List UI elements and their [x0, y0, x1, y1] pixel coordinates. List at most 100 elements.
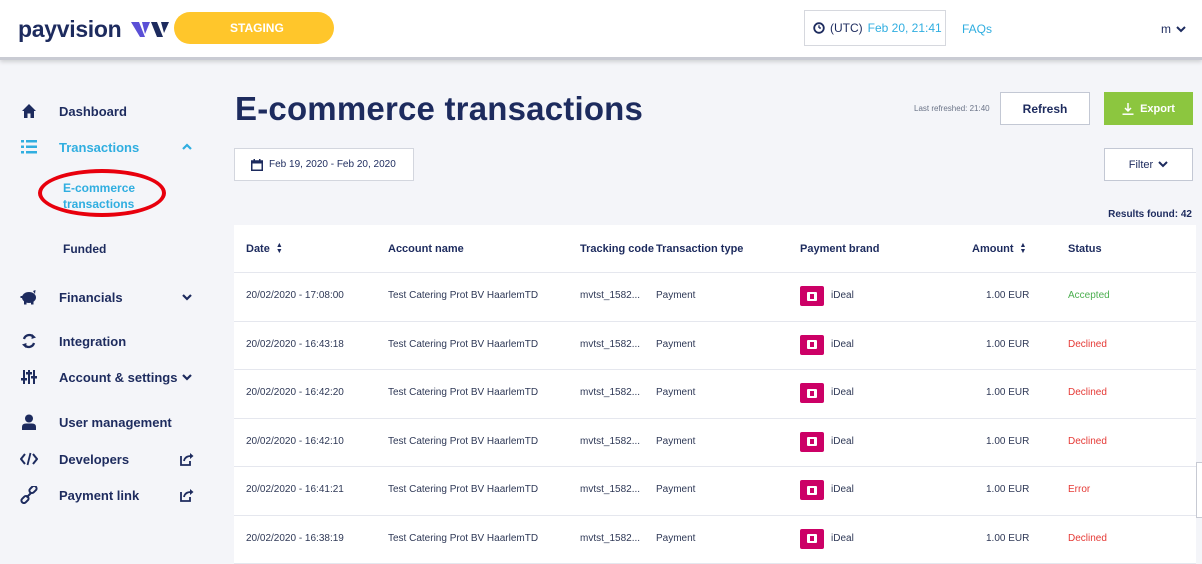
chevron-down-icon	[182, 294, 192, 301]
cell-amount: 1.00 EUR	[986, 338, 1030, 350]
column-header-tracking-code: Tracking code	[580, 243, 654, 255]
column-label: Date	[246, 243, 270, 255]
filter-button[interactable]: Filter	[1104, 148, 1193, 181]
current-datetime: Feb 20, 21:41	[867, 21, 942, 35]
last-refreshed-text: Last refreshed: 21:40	[914, 104, 990, 113]
sidebar-item-label: Developers	[59, 451, 130, 467]
column-header-account-name: Account name	[388, 243, 464, 255]
link-icon	[19, 485, 39, 505]
payvision-logo[interactable]: payvision	[18, 16, 173, 43]
cell-account-name: Test Catering Prot BV HaarlemTD	[388, 532, 539, 544]
table-row[interactable]: 20/02/2020 - 16:38:19 Test Catering Prot…	[234, 516, 1196, 564]
page-title: E-commerce transactions	[235, 90, 644, 127]
cell-payment-brand: iDeal	[831, 387, 854, 398]
date-range-text: Feb 19, 2020 - Feb 20, 2020	[269, 159, 396, 170]
cell-account-name: Test Catering Prot BV HaarlemTD	[388, 387, 539, 398]
cell-payment-brand: iDeal	[831, 338, 854, 350]
sidebar-item-integration[interactable]: Integration	[0, 329, 212, 353]
cell-amount: 1.00 EUR	[986, 290, 1030, 301]
cell-transaction-type: Payment	[656, 532, 696, 544]
sidebar-item-dashboard[interactable]: Dashboard	[0, 99, 212, 123]
sidebar-item-label: Dashboard	[59, 103, 127, 119]
table-header: Date ▲ ▼ Account name Tracking code Trans…	[234, 225, 1196, 273]
cell-date: 20/02/2020 - 16:43:18	[246, 338, 344, 350]
staging-badge: STAGING	[174, 12, 334, 44]
cell-transaction-type: Payment	[656, 290, 696, 301]
column-label: Transaction type	[656, 243, 744, 255]
column-label: Amount	[972, 243, 1014, 255]
sidebar-item-developers[interactable]: Developers	[0, 447, 212, 471]
cell-status: Error	[1068, 484, 1091, 495]
user-icon	[19, 412, 39, 432]
table-row[interactable]: 20/02/2020 - 16:42:10 Test Catering Prot…	[234, 419, 1196, 467]
chevron-down-icon	[182, 374, 192, 381]
cell-tracking-code: mvtst_1582...	[580, 387, 641, 398]
cell-tracking-code: mvtst_1582...	[580, 532, 641, 544]
export-button[interactable]: Export	[1104, 92, 1193, 125]
cell-account-name: Test Catering Prot BV HaarlemTD	[388, 338, 539, 350]
column-header-date[interactable]: Date ▲ ▼	[246, 242, 283, 255]
piggy-bank-icon	[19, 287, 39, 307]
column-label: Status	[1068, 243, 1102, 255]
clock-icon	[813, 22, 825, 34]
sidebar-item-label: Account & settings	[59, 369, 178, 385]
export-label: Export	[1140, 102, 1175, 115]
chevron-down-icon	[1158, 161, 1168, 168]
logo-text: payvision	[18, 16, 122, 42]
cell-payment-brand: iDeal	[831, 532, 854, 544]
chevron-up-icon	[182, 143, 192, 150]
code-icon	[19, 449, 39, 469]
list-icon	[19, 137, 39, 157]
cell-payment-brand: iDeal	[831, 435, 854, 447]
cell-amount: 1.00 EUR	[986, 532, 1030, 544]
top-bar: payvision STAGING (UTC) Feb 20, 21:41 FA…	[0, 0, 1202, 60]
sidebar-item-payment-link[interactable]: Payment link	[0, 483, 212, 507]
column-header-amount[interactable]: Amount ▲ ▼	[972, 242, 1026, 255]
user-menu[interactable]: m	[1161, 22, 1186, 36]
results-count: Results found: 42	[1108, 209, 1192, 220]
sidebar-subitem-funded[interactable]: Funded	[0, 237, 212, 261]
cell-account-name: Test Catering Prot BV HaarlemTD	[388, 435, 539, 447]
sidebar-item-user-management[interactable]: User management	[0, 410, 212, 434]
column-label: Tracking code	[580, 243, 654, 255]
cell-payment-brand: iDeal	[831, 290, 854, 301]
timezone-label: (UTC)	[830, 21, 863, 35]
cell-date: 20/02/2020 - 17:08:00	[246, 290, 344, 301]
table-row[interactable]: 20/02/2020 - 16:41:21 Test Catering Prot…	[234, 467, 1196, 516]
payvision-logo-mark-icon	[131, 21, 170, 37]
cell-status: Declined	[1068, 532, 1107, 544]
sidebar-item-transactions[interactable]: Transactions	[0, 135, 212, 159]
sidebar-item-financials[interactable]: Financials	[0, 285, 212, 309]
cell-date: 20/02/2020 - 16:41:21	[246, 484, 344, 495]
cell-status: Declined	[1068, 435, 1107, 447]
sidebar-item-label: Payment link	[59, 487, 140, 503]
faqs-link[interactable]: FAQs	[962, 22, 992, 36]
table-row[interactable]: 20/02/2020 - 16:43:18 Test Catering Prot…	[234, 322, 1196, 370]
highlight-circle	[38, 169, 166, 217]
filter-label: Filter	[1128, 158, 1154, 171]
chevron-down-icon	[1176, 25, 1186, 32]
ideal-icon	[800, 431, 824, 452]
cell-transaction-type: Payment	[656, 484, 696, 495]
timezone-clock[interactable]: (UTC) Feb 20, 21:41	[804, 10, 946, 46]
sidebar-item-account-settings[interactable]: Account & settings	[0, 365, 212, 389]
column-label: Payment brand	[800, 243, 880, 255]
table-row[interactable]: 20/02/2020 - 17:08:00 Test Catering Prot…	[234, 273, 1196, 322]
table-row[interactable]: 20/02/2020 - 16:42:20 Test Catering Prot…	[234, 370, 1196, 419]
ideal-icon	[800, 480, 824, 500]
column-header-transaction-type: Transaction type	[656, 243, 743, 255]
cell-account-name: Test Catering Prot BV HaarlemTD	[388, 290, 539, 301]
user-initial: m	[1161, 22, 1171, 36]
sort-icon: ▲ ▼	[275, 242, 283, 255]
cell-tracking-code: mvtst_1582...	[580, 435, 641, 447]
column-label: Account name	[388, 243, 464, 255]
external-link-icon	[180, 453, 194, 466]
refresh-button[interactable]: Refresh	[1000, 92, 1090, 125]
date-range-picker[interactable]: Feb 19, 2020 - Feb 20, 2020	[234, 148, 414, 181]
cell-date: 20/02/2020 - 16:42:10	[246, 435, 344, 447]
cell-account-name: Test Catering Prot BV HaarlemTD	[388, 484, 539, 495]
sidebar-item-label: Financials	[59, 289, 123, 305]
side-tab-handle[interactable]	[1196, 462, 1202, 518]
sidebar-nav: Dashboard Transactions E-commerce transa…	[0, 63, 212, 564]
cell-transaction-type: Payment	[656, 435, 696, 447]
